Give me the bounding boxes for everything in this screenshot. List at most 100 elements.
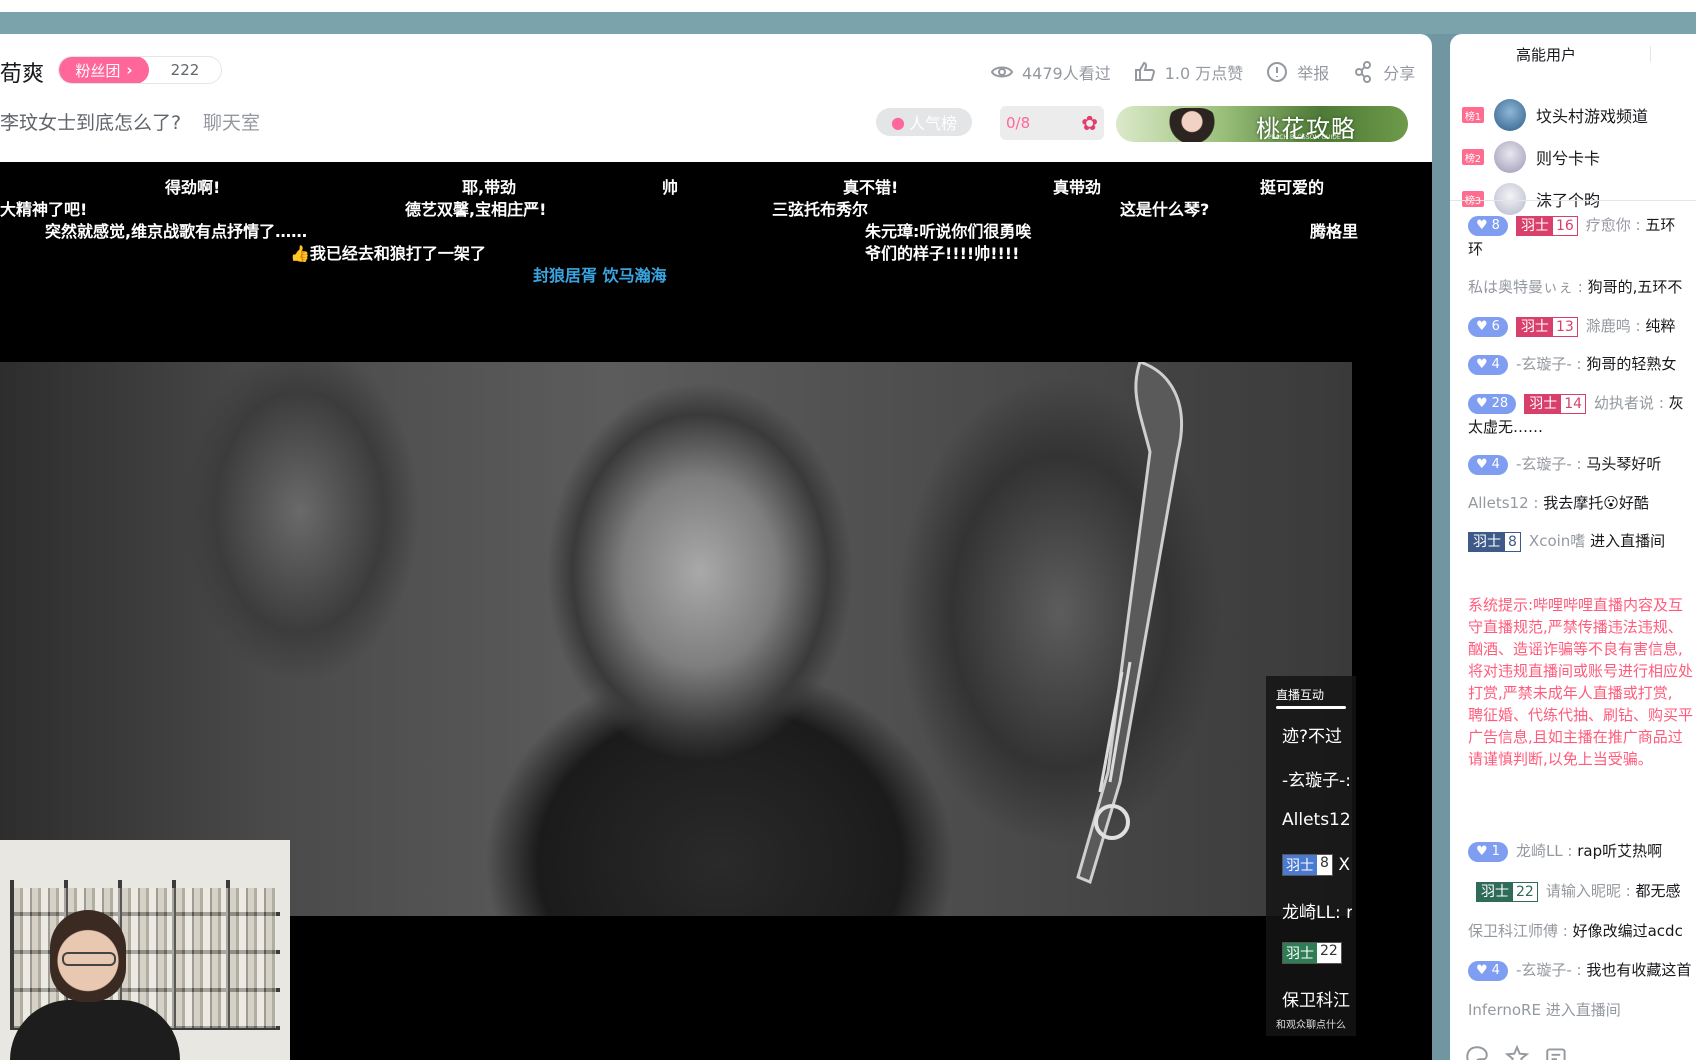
popularity-label: 人气榜 xyxy=(908,114,957,133)
page-background-band xyxy=(0,12,1696,34)
chat-toolbar xyxy=(1464,1044,1570,1060)
flame-icon: ● xyxy=(891,112,905,132)
chat-username[interactable]: 请输入昵昵 xyxy=(1546,882,1621,900)
chat-text: 都无感 xyxy=(1635,882,1681,900)
streamer-name[interactable]: 荀爽 xyxy=(0,56,44,88)
guard-level: 4 xyxy=(1491,356,1500,372)
gift-progress-value: 0/8 xyxy=(1006,114,1031,132)
danmaku-item: 三弦托布秀尔 xyxy=(772,200,869,219)
chat-text: 我去摩托😮好酷 xyxy=(1543,494,1649,512)
colon: : xyxy=(1630,216,1646,234)
ticket-icon[interactable] xyxy=(1544,1044,1570,1060)
avatar xyxy=(1494,99,1526,131)
banner-character-image xyxy=(1164,108,1220,142)
medal-level: 16 xyxy=(1552,216,1577,235)
fan-club-count: 222 xyxy=(170,61,200,79)
medal-level: 8 xyxy=(1505,532,1520,551)
medal-level: 8 xyxy=(1317,855,1332,875)
report-label: 举报 xyxy=(1297,64,1330,83)
share-button[interactable]: 分享 xyxy=(1351,60,1415,84)
chat-text: 狗哥的轻熟女 xyxy=(1586,355,1677,373)
fan-club-label: 粉丝团 xyxy=(75,61,121,80)
medal-badge: 羽士 16 xyxy=(1515,215,1578,236)
medal-badge: 羽士 8 xyxy=(1468,531,1521,552)
interaction-row: Allets12: xyxy=(1282,810,1352,830)
palette-icon[interactable] xyxy=(1464,1044,1490,1060)
medal-badge: 羽士 8 xyxy=(1282,854,1333,876)
star-badge-icon[interactable] xyxy=(1504,1044,1530,1060)
colon: : xyxy=(1571,961,1587,979)
video-player[interactable]: 得劲啊! 耶,带劲 帅 真不错! 真带劲 挺可爱的 大精神了吧! 德艺双馨,宝相… xyxy=(0,162,1432,1060)
heart-icon: ♥ xyxy=(1476,217,1488,233)
chat-message: ♥ 4 -玄璇子- : 我也有收藏这首 xyxy=(1468,959,1696,981)
tab-high-energy-users[interactable]: 高能用户 xyxy=(1516,44,1576,65)
danmaku-item: 爷们的样子!!!!帅!!!! xyxy=(865,244,1020,263)
like-button[interactable]: 1.0 万点赞 xyxy=(1133,60,1244,84)
chat-username[interactable]: 龙崎LL xyxy=(1516,842,1563,860)
guard-level: 4 xyxy=(1491,456,1500,472)
chat-message-continuation: 太虚无…… xyxy=(1468,418,1544,436)
chat-text: 五环 xyxy=(1645,216,1676,234)
room-header: 荀爽 粉丝团 › 222 李玟女士到底怎么了? 聊天室 4479人看过 1.0 … xyxy=(0,34,1432,162)
colon: : xyxy=(1571,455,1587,473)
danmaku-item: 德艺双馨,宝相庄严! xyxy=(405,200,547,219)
guard-badge: ♥ 4 xyxy=(1468,454,1508,475)
chat-username[interactable]: InfernoRE xyxy=(1468,1001,1541,1019)
streamer-webcam xyxy=(0,840,290,1060)
gift-progress[interactable]: 0/8 ✿ xyxy=(1000,106,1104,140)
colon: : xyxy=(1654,394,1669,412)
chat-username[interactable]: 保卫科江师傅 xyxy=(1468,922,1558,940)
chatroom-link[interactable]: 聊天室 xyxy=(203,108,260,135)
chat-username[interactable]: Xcoin嗜 xyxy=(1529,532,1585,550)
chat-username[interactable]: Allets12 xyxy=(1468,494,1529,512)
medal-level: 22 xyxy=(1513,882,1537,901)
popularity-rank-button[interactable]: ● 人气榜 xyxy=(876,108,972,136)
medal-name: 羽士 xyxy=(1283,855,1317,875)
chat-text: 马头琴好听 xyxy=(1586,455,1662,473)
chat-message: ♥ 4 -玄璇子- : 马头琴好听 xyxy=(1468,453,1696,475)
chat-username[interactable]: -玄璇子- xyxy=(1516,355,1572,373)
interaction-row: 羽士 8 X xyxy=(1282,854,1352,876)
heart-icon: ♥ xyxy=(1476,395,1488,411)
promo-banner[interactable]: 桃花攻略 PEACH BLOSSOM GUIDE xyxy=(1116,106,1408,142)
danmaku-item: 腾格里 xyxy=(1310,222,1359,241)
likes-count: 1.0 万点赞 xyxy=(1164,64,1244,83)
chat-text: 进入直播间 xyxy=(1545,1001,1621,1019)
chat-message: ♥ 1 龙崎LL : rap听艾热啊 xyxy=(1468,840,1696,862)
chat-username[interactable]: 疗愈你 xyxy=(1586,216,1631,234)
heart-icon: ♥ xyxy=(1476,318,1488,334)
heart-icon: ♥ xyxy=(1476,843,1488,859)
interaction-input-hint[interactable]: 和观众聊点什么 xyxy=(1276,1016,1346,1031)
fan-club-badge[interactable]: 粉丝团 › 222 xyxy=(58,56,222,84)
chat-username[interactable]: -玄璇子- xyxy=(1516,961,1572,979)
interaction-row: 保卫科江 xyxy=(1282,991,1350,1011)
chat-username[interactable]: 滁鹿鸣 xyxy=(1586,317,1631,335)
chat-username[interactable]: -玄璇子- xyxy=(1516,455,1572,473)
flower-icon: ✿ xyxy=(1081,111,1098,135)
live-interaction-panel[interactable]: 直播互动 迹?不过 -玄璇子-: Allets12: 羽士 8 X 龙崎LL: r… xyxy=(1266,676,1356,1036)
chat-username[interactable]: 幼执者说 xyxy=(1594,394,1654,412)
rank-item[interactable]: 榜3 沫了个昀 xyxy=(1462,182,1600,216)
danmaku-item: 真不错! xyxy=(843,178,899,197)
danmaku-item: 这是什么琴? xyxy=(1120,200,1210,219)
fan-club-button[interactable]: 粉丝团 › xyxy=(59,57,149,83)
chat-text: 我也有收藏这首 xyxy=(1586,961,1692,979)
rank-tag: 榜1 xyxy=(1462,107,1484,123)
chat-text: rap听艾热啊 xyxy=(1577,842,1663,860)
heart-icon: ♥ xyxy=(1476,962,1488,978)
rank-item[interactable]: 榜1 坟头村游戏频道 xyxy=(1462,98,1648,132)
report-button[interactable]: 举报 xyxy=(1265,60,1329,84)
danmaku-item: 耶,带劲 xyxy=(462,178,517,197)
chat-text: 狗哥的,五环不 xyxy=(1587,278,1683,296)
interaction-tab-indicator xyxy=(1276,706,1346,709)
chat-panel: 高能用户 榜1 坟头村游戏频道 榜2 则兮卡卡 榜3 沫了个昀 ♥ 8 羽士 16 疗愈… xyxy=(1450,34,1696,1060)
interaction-row: -玄璇子-: xyxy=(1282,771,1351,791)
system-notice-line: 打赏,严禁未成年人直播或打赏, xyxy=(1468,684,1673,702)
chat-text: 灰 xyxy=(1668,394,1684,412)
medal-badge: 羽士 13 xyxy=(1515,316,1578,337)
guard-level: 28 xyxy=(1491,395,1509,411)
system-notice-line: 将对违规直播间或账号进行相应处 xyxy=(1468,662,1694,680)
chat-username[interactable]: 私は奥特曼ぃぇ xyxy=(1468,278,1573,296)
colon: : xyxy=(1528,494,1544,512)
rank-item[interactable]: 榜2 则兮卡卡 xyxy=(1462,140,1600,174)
